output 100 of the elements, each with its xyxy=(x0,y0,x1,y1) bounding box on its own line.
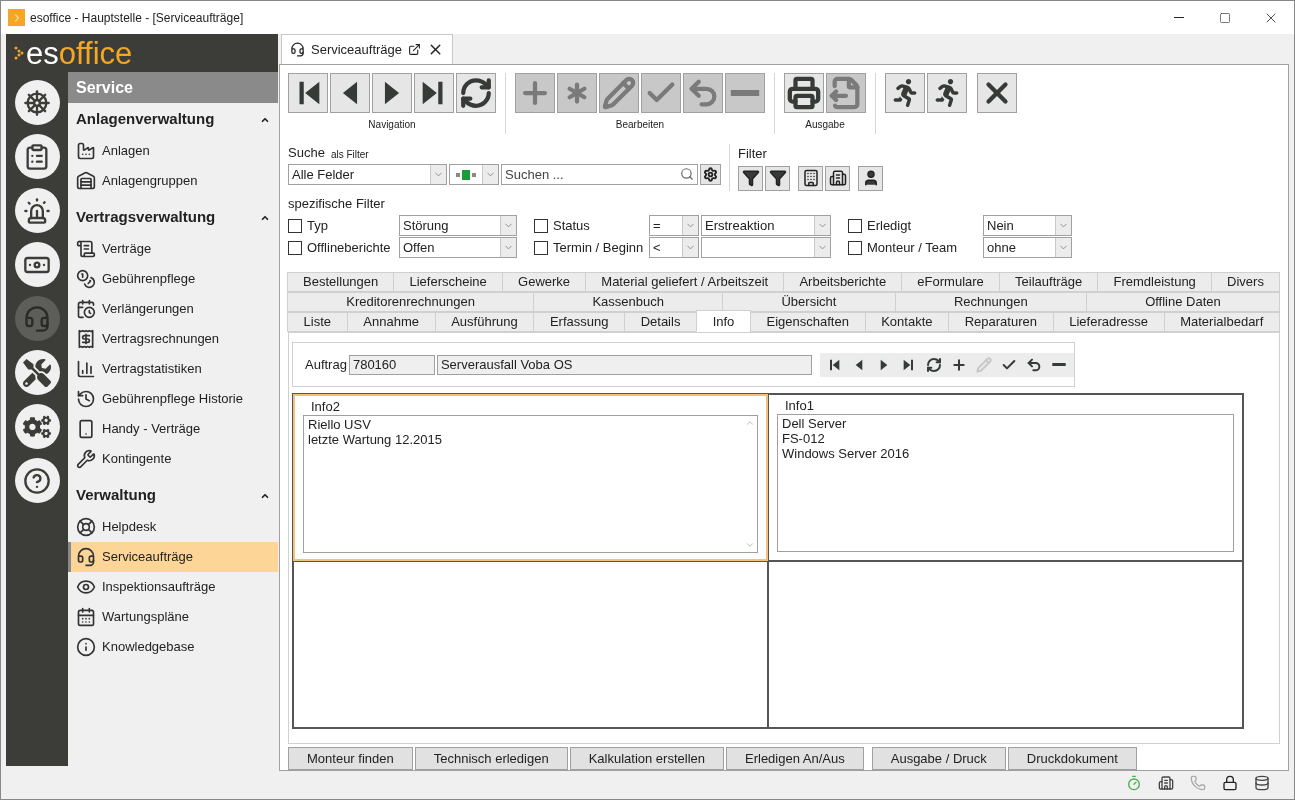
value-dropdown[interactable] xyxy=(701,237,831,258)
tab[interactable]: Bestellungen xyxy=(287,272,395,292)
tab[interactable]: Info xyxy=(696,310,751,332)
action-button[interactable]: Erledigen An/Aus xyxy=(726,747,864,770)
order-number-field[interactable]: 780160 xyxy=(348,354,435,375)
module-button[interactable] xyxy=(14,242,60,287)
value-dropdown[interactable]: Erstreaktion xyxy=(701,215,831,236)
action-button[interactable]: Kalkulation erstellen xyxy=(569,747,724,770)
tab[interactable]: Lieferscheine xyxy=(393,272,503,292)
module-button[interactable] xyxy=(14,350,60,395)
checkbox[interactable] xyxy=(288,240,302,255)
value-dropdown[interactable]: Offen xyxy=(399,237,517,258)
text-line: Riello USV xyxy=(308,417,372,432)
tab[interactable]: Erfassung xyxy=(533,312,626,332)
tab[interactable]: Lieferadresse xyxy=(1052,312,1165,332)
tab[interactable]: Eigenschaften xyxy=(749,312,866,332)
sidebar-item[interactable]: Helpdesk xyxy=(68,512,278,542)
sidebar-item[interactable]: Inspektionsaufträge xyxy=(68,572,278,602)
tab[interactable]: Divers xyxy=(1210,272,1281,292)
tab[interactable]: Kassenbuch xyxy=(533,292,724,312)
text-area[interactable]: Riello USV letzte Wartung 12.2015 xyxy=(303,415,758,553)
sidebar-item[interactable]: Verlängerungen xyxy=(68,294,278,324)
filter-button[interactable] xyxy=(858,165,883,191)
database-icon[interactable] xyxy=(1254,774,1270,791)
tab[interactable]: Material geliefert / Arbeitszeit xyxy=(585,272,785,292)
filter-button[interactable] xyxy=(765,165,790,191)
operator-dropdown[interactable]: < xyxy=(649,237,699,258)
toolbar-button[interactable] xyxy=(927,73,967,113)
toolbar-button[interactable] xyxy=(330,73,370,113)
sidebar-item[interactable]: Verträge xyxy=(68,234,278,264)
field-dropdown[interactable]: Alle Felder xyxy=(288,164,448,185)
sidebar-item[interactable]: Gebührenpflege xyxy=(68,264,278,294)
operator-dropdown[interactable]: = xyxy=(649,215,699,236)
order-description-field[interactable]: Serverausfall Voba OS xyxy=(436,354,812,375)
calendar-icon xyxy=(76,607,96,627)
sidebar-item[interactable]: Anlagen xyxy=(68,136,278,166)
search-icon xyxy=(680,167,695,181)
sidebar-item[interactable]: Gebührenpflege Historie xyxy=(68,384,278,414)
checkbox[interactable] xyxy=(848,240,862,255)
search-field[interactable]: Suchen ... xyxy=(501,164,699,185)
tab[interactable]: eFormulare xyxy=(901,272,1000,292)
toolbar-button[interactable] xyxy=(784,73,824,113)
tab[interactable]: Fremdleistung xyxy=(1097,272,1212,292)
tab[interactable]: Übersicht xyxy=(722,292,896,312)
tab[interactable]: Details xyxy=(624,312,697,332)
tab[interactable]: Ausführung xyxy=(434,312,535,332)
toolbar-button[interactable] xyxy=(372,73,412,113)
module-button[interactable] xyxy=(14,188,60,233)
tab[interactable]: Liste xyxy=(287,312,348,332)
filter-button[interactable] xyxy=(825,165,850,191)
tab[interactable]: Kontakte xyxy=(864,312,950,332)
module-button[interactable] xyxy=(14,134,60,179)
tab[interactable]: Offline Daten xyxy=(1085,292,1280,312)
action-button[interactable]: Technisch erledigen xyxy=(414,747,568,770)
siren-icon xyxy=(23,196,51,225)
text-type-icon xyxy=(455,169,478,180)
text-mode-dropdown[interactable] xyxy=(449,164,499,185)
value-dropdown[interactable]: ohne xyxy=(983,237,1072,258)
toolbar-button[interactable] xyxy=(288,73,328,113)
tab[interactable]: Reparaturen xyxy=(948,312,1054,332)
building-icon[interactable] xyxy=(1158,774,1174,791)
sidebar-item[interactable]: Serviceaufträge xyxy=(68,542,278,572)
tab[interactable]: Kreditorenrechnungen xyxy=(287,292,535,312)
document-tab[interactable]: Serviceaufträge xyxy=(281,34,454,64)
checkbox[interactable] xyxy=(848,218,862,233)
sidebar-item[interactable]: Knowledgebase xyxy=(68,632,278,662)
toolbar-button[interactable] xyxy=(977,73,1017,113)
filter-button[interactable] xyxy=(738,165,763,191)
sidebar-item[interactable]: Kontingente xyxy=(68,444,278,474)
tab[interactable]: Gewerke xyxy=(501,272,587,292)
module-button[interactable] xyxy=(14,404,60,449)
filter-label: Termin / Beginn xyxy=(553,238,645,257)
filter-button[interactable] xyxy=(798,165,823,191)
lock-icon[interactable] xyxy=(1222,774,1238,791)
module-button[interactable] xyxy=(14,80,60,125)
value-dropdown[interactable]: Störung xyxy=(399,215,517,236)
sidebar-item[interactable]: Vertragstatistiken xyxy=(68,354,278,384)
sidebar-item[interactable]: Anlagengruppen xyxy=(68,166,278,196)
tab[interactable]: Teilaufträge xyxy=(998,272,1099,292)
checkbox[interactable] xyxy=(534,218,548,233)
sidebar-item[interactable]: Handy - Verträge xyxy=(68,414,278,444)
action-button[interactable]: Monteur finden xyxy=(288,747,413,770)
checkbox[interactable] xyxy=(534,240,548,255)
value-dropdown[interactable]: Nein xyxy=(983,215,1072,236)
checkbox[interactable] xyxy=(288,218,302,233)
tab[interactable]: Materialbedarf xyxy=(1163,312,1280,332)
text-area[interactable]: Dell Server FS-012 Windows Server 2016 xyxy=(777,414,1234,552)
toolbar-button[interactable] xyxy=(414,73,454,113)
search-settings-button[interactable] xyxy=(700,164,721,185)
tab[interactable]: Arbeitsberichte xyxy=(783,272,903,292)
module-button[interactable] xyxy=(14,458,60,503)
tab[interactable]: Rechnungen xyxy=(894,292,1087,312)
pop-out-icon[interactable] xyxy=(408,43,422,56)
action-button[interactable]: Druckdokument xyxy=(1007,747,1137,770)
sidebar-item[interactable]: Vertragsrechnungen xyxy=(68,324,278,354)
action-button[interactable]: Ausgabe / Druck xyxy=(871,747,1006,770)
toolbar-button[interactable] xyxy=(885,73,925,113)
tab[interactable]: Annahme xyxy=(346,312,436,332)
sidebar-item[interactable]: Wartungspläne xyxy=(68,602,278,632)
toolbar-button[interactable] xyxy=(456,73,496,113)
